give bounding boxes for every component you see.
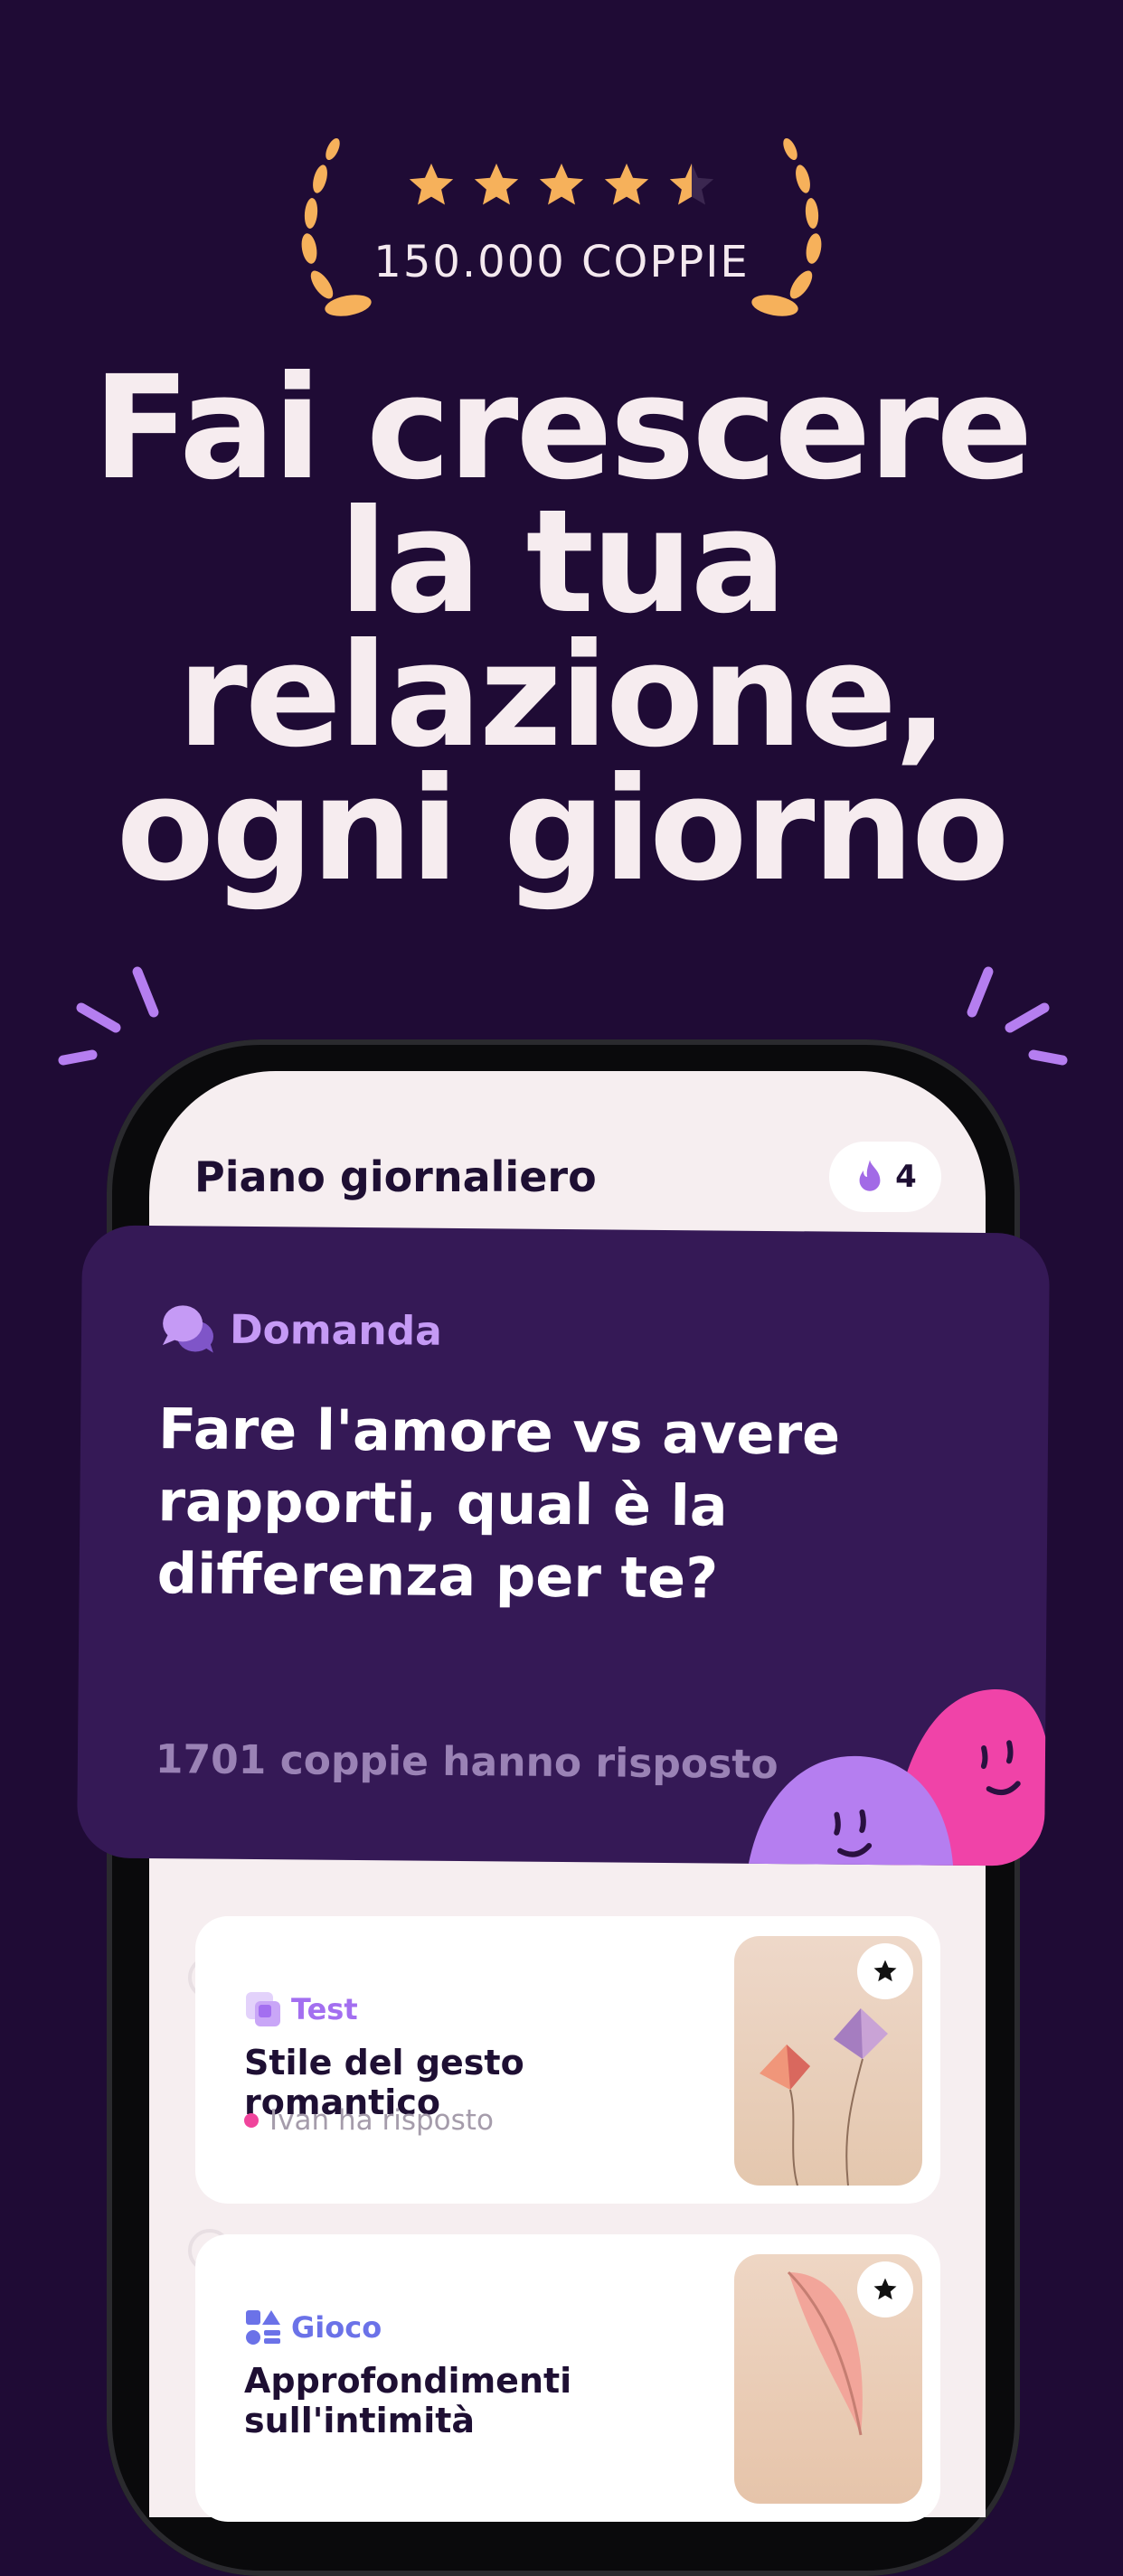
game-shapes-icon [246, 2310, 280, 2345]
streak-count: 4 [895, 1159, 917, 1195]
favorite-button[interactable] [857, 2261, 913, 2317]
sparkle-left-icon [58, 966, 159, 1066]
sparkle-right-icon [967, 966, 1068, 1066]
flame-icon [859, 1160, 881, 1191]
star-icon [604, 163, 649, 205]
star-icon [873, 1960, 897, 1982]
star-icon [409, 163, 454, 205]
card-type: Test [244, 1990, 358, 2028]
question-card[interactable]: Domanda Fare l'amore vs avere rapporti, … [76, 1225, 1051, 1866]
headline-line: Fai crescere [92, 345, 1033, 512]
answered-count: 1701 coppie hanno risposto [155, 1736, 779, 1789]
question-type-label: Domanda [229, 1306, 443, 1355]
card-title: Approfondimenti sull'intimità [244, 2361, 572, 2440]
star-icon [539, 163, 584, 205]
headline-line: relazione, [176, 613, 948, 779]
star-rating [0, 159, 1123, 212]
question-text: Fare l'amore vs avere rapporti, qual è l… [156, 1396, 841, 1612]
activity-card-game[interactable]: Gioco Approfondimenti sull'intimità [195, 2234, 940, 2522]
card-status-text: Ivan ha risposto [269, 2104, 494, 2137]
question-type: Domanda [159, 1300, 442, 1360]
activity-card-test[interactable]: Test Stile del gesto romantico Ivan ha r… [195, 1916, 940, 2204]
favorite-button[interactable] [857, 1943, 913, 1999]
card-type-label: Gioco [291, 2310, 382, 2345]
card-status: Ivan ha risposto [244, 2104, 494, 2137]
star-icon [474, 163, 519, 205]
star-half-icon [669, 163, 714, 205]
rating-block: 150.000 COPPIE [0, 136, 1123, 325]
page-title: Piano giornaliero [194, 1152, 597, 1201]
couples-count: 150.000 COPPIE [373, 237, 750, 287]
test-icon [246, 1992, 280, 2026]
headline-line: ogni giorno [116, 747, 1009, 913]
star-icon [873, 2278, 897, 2300]
chat-bubbles-icon [162, 1305, 214, 1353]
streak-badge[interactable]: 4 [829, 1142, 941, 1212]
card-type: Gioco [244, 2308, 382, 2346]
blob-characters-icon [745, 1689, 1051, 1866]
headline: Fai crescere la tua relazione, ogni gior… [0, 345, 1123, 913]
card-type-label: Test [291, 1992, 358, 2026]
status-dot [244, 2113, 259, 2128]
headline-line: la tua [338, 479, 787, 645]
